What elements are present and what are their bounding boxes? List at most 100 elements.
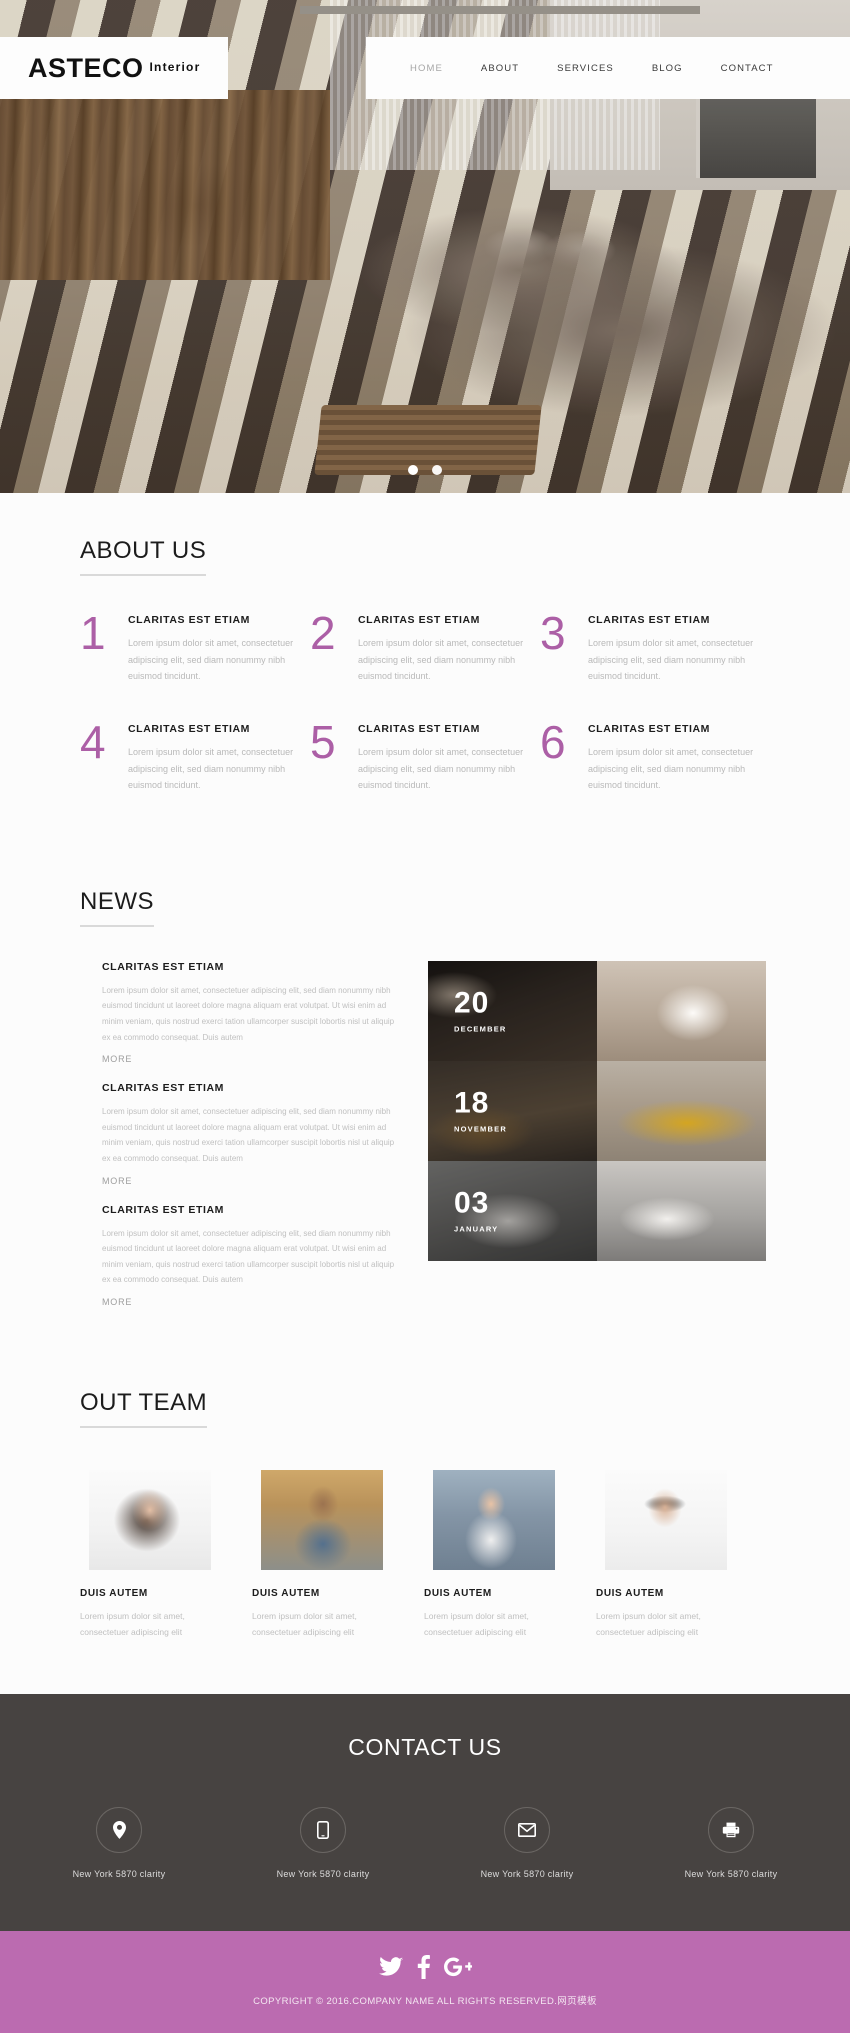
about-item: 3 CLARITAS EST ETIAM Lorem ipsum dolor s… <box>540 610 770 685</box>
site-header: ASTECO Interior HOME ABOUT SERVICES BLOG… <box>0 37 850 99</box>
news-date-month: NOVEMBER <box>454 1124 507 1134</box>
about-item: 4 CLARITAS EST ETIAM Lorem ipsum dolor s… <box>80 719 310 794</box>
team-member-text: Lorem ipsum dolor sit amet, consectetuer… <box>424 1610 529 1638</box>
contact-item-label: New York 5870 clarity <box>276 1869 370 1880</box>
about-item-number: 3 <box>540 607 566 659</box>
contact-item-email[interactable]: New York 5870 clarity <box>467 1807 587 1879</box>
about-item-text: Lorem ipsum dolor sit amet, consectetuer… <box>128 638 294 682</box>
nav-item-blog[interactable]: BLOG <box>652 63 683 74</box>
mobile-phone-icon <box>300 1807 346 1854</box>
nav-item-home[interactable]: HOME <box>410 63 443 74</box>
about-item-text: Lorem ipsum dolor sit amet, consectetuer… <box>358 638 524 682</box>
news-more-link[interactable]: MORE <box>102 1176 398 1186</box>
logo-name: ASTECO <box>28 52 144 83</box>
about-item-text: Lorem ipsum dolor sit amet, consectetuer… <box>128 746 294 791</box>
news-post-text: Lorem ipsum dolor sit amet, consectetuer… <box>102 1107 395 1163</box>
news-tile[interactable] <box>597 1060 766 1161</box>
news-title: NEWS <box>80 888 154 927</box>
slider-pagination <box>0 465 850 475</box>
slider-dot-1[interactable] <box>408 465 418 475</box>
news-date-badge: 03 JANUARY <box>454 1188 499 1234</box>
about-item-heading: CLARITAS EST ETIAM <box>128 614 251 626</box>
about-item-heading: CLARITAS EST ETIAM <box>358 614 481 626</box>
news-post-heading: CLARITAS EST ETIAM <box>102 1082 225 1095</box>
about-item-text: Lorem ipsum dolor sit amet, consectetuer… <box>588 638 754 682</box>
news-post: CLARITAS EST ETIAM Lorem ipsum dolor sit… <box>102 1204 398 1307</box>
news-post-text: Lorem ipsum dolor sit amet, consectetuer… <box>102 985 395 1042</box>
news-section: NEWS CLARITAS EST ETIAM Lorem ipsum dolo… <box>0 865 850 1365</box>
nav-item-contact[interactable]: CONTACT <box>721 63 774 74</box>
google-plus-icon[interactable] <box>443 1956 472 1978</box>
about-item-text: Lorem ipsum dolor sit amet, consectetuer… <box>588 746 754 791</box>
about-item-heading: CLARITAS EST ETIAM <box>128 722 251 735</box>
about-item: 5 CLARITAS EST ETIAM Lorem ipsum dolor s… <box>310 719 540 794</box>
news-gallery: 20 DECEMBER 18 NOVEMBER 03 JANUARY <box>428 960 766 1325</box>
copyright-text: COPYRIGHT © 2016.COMPANY NAME ALL RIGHTS… <box>253 1996 597 2008</box>
team-member: DUIS AUTEM Lorem ipsum dolor sit amet, c… <box>596 1469 736 1640</box>
news-post-heading: CLARITAS EST ETIAM <box>102 960 225 973</box>
facebook-icon[interactable] <box>417 1955 430 1980</box>
site-footer: COPYRIGHT © 2016.COMPANY NAME ALL RIGHTS… <box>0 1931 850 2033</box>
about-item-number: 5 <box>310 715 336 768</box>
contact-list: New York 5870 clarity New York 5870 clar… <box>0 1807 850 1879</box>
about-item-heading: CLARITAS EST ETIAM <box>588 722 711 735</box>
contact-item-label: New York 5870 clarity <box>480 1869 574 1880</box>
team-member: DUIS AUTEM Lorem ipsum dolor sit amet, c… <box>80 1469 220 1640</box>
team-member-name: DUIS AUTEM <box>596 1587 664 1599</box>
logo-suffix: Interior <box>149 60 201 74</box>
about-title: ABOUT US <box>80 537 207 576</box>
team-member-name: DUIS AUTEM <box>252 1587 320 1599</box>
team-member-photo <box>605 1469 727 1570</box>
team-section: OUT TEAM DUIS AUTEM Lorem ipsum dolor si… <box>0 1364 850 1695</box>
team-title: OUT TEAM <box>80 1389 208 1428</box>
team-member-text: Lorem ipsum dolor sit amet, consectetuer… <box>80 1610 185 1638</box>
about-item-heading: CLARITAS EST ETIAM <box>588 614 711 626</box>
team-member-name: DUIS AUTEM <box>80 1587 148 1599</box>
about-item: 6 CLARITAS EST ETIAM Lorem ipsum dolor s… <box>540 719 770 794</box>
news-post-heading: CLARITAS EST ETIAM <box>102 1203 225 1216</box>
about-item-number: 6 <box>540 715 566 768</box>
news-more-link[interactable]: MORE <box>102 1054 398 1064</box>
news-tile[interactable]: 20 DECEMBER <box>428 960 597 1061</box>
news-tile[interactable]: 03 JANUARY <box>428 1160 597 1261</box>
news-date-badge: 18 NOVEMBER <box>454 1086 507 1134</box>
team-member: DUIS AUTEM Lorem ipsum dolor sit amet, c… <box>424 1469 564 1640</box>
team-member-photo <box>261 1469 383 1570</box>
news-tile[interactable]: 18 NOVEMBER <box>428 1060 597 1161</box>
contact-item-phone[interactable]: New York 5870 clarity <box>263 1807 383 1879</box>
team-grid: DUIS AUTEM Lorem ipsum dolor sit amet, c… <box>80 1469 770 1640</box>
nav-item-about[interactable]: ABOUT <box>481 63 519 74</box>
about-item-number: 4 <box>80 715 106 768</box>
news-date-day: 20 <box>454 986 490 1020</box>
about-item-text: Lorem ipsum dolor sit amet, consectetuer… <box>358 746 524 791</box>
news-date-month: DECEMBER <box>454 1024 507 1034</box>
envelope-icon <box>504 1807 550 1854</box>
about-section: ABOUT US 1 CLARITAS EST ETIAM Lorem ipsu… <box>0 493 850 866</box>
team-member: DUIS AUTEM Lorem ipsum dolor sit amet, c… <box>252 1469 392 1640</box>
logo[interactable]: ASTECO Interior <box>0 37 228 99</box>
news-date-day: 18 <box>454 1086 490 1120</box>
news-tile[interactable] <box>597 1160 766 1261</box>
news-date-month: JANUARY <box>454 1224 499 1234</box>
news-post: CLARITAS EST ETIAM Lorem ipsum dolor sit… <box>102 1082 398 1185</box>
social-links <box>0 1955 850 1980</box>
nav-item-services[interactable]: SERVICES <box>557 63 614 74</box>
news-post: CLARITAS EST ETIAM Lorem ipsum dolor sit… <box>102 961 398 1064</box>
slider-dot-2[interactable] <box>432 465 442 475</box>
news-tile[interactable] <box>597 960 766 1061</box>
hero-slider: ASTECO Interior HOME ABOUT SERVICES BLOG… <box>0 0 850 493</box>
contact-section: CONTACT US New York 5870 clarity New Yor… <box>0 1694 850 1932</box>
team-member-photo <box>89 1469 211 1570</box>
news-more-link[interactable]: MORE <box>102 1297 398 1307</box>
team-member-name: DUIS AUTEM <box>424 1587 492 1599</box>
contact-item-label: New York 5870 clarity <box>72 1869 166 1880</box>
contact-item-address[interactable]: New York 5870 clarity <box>59 1807 179 1879</box>
twitter-icon[interactable] <box>378 1957 403 1977</box>
printer-icon <box>708 1807 754 1854</box>
about-item: 1 CLARITAS EST ETIAM Lorem ipsum dolor s… <box>80 610 310 685</box>
team-member-text: Lorem ipsum dolor sit amet, consectetuer… <box>596 1610 701 1638</box>
news-post-text: Lorem ipsum dolor sit amet, consectetuer… <box>102 1228 395 1285</box>
about-grid: 1 CLARITAS EST ETIAM Lorem ipsum dolor s… <box>80 610 770 828</box>
about-item-number: 1 <box>80 607 106 659</box>
contact-item-fax[interactable]: New York 5870 clarity <box>671 1807 791 1879</box>
